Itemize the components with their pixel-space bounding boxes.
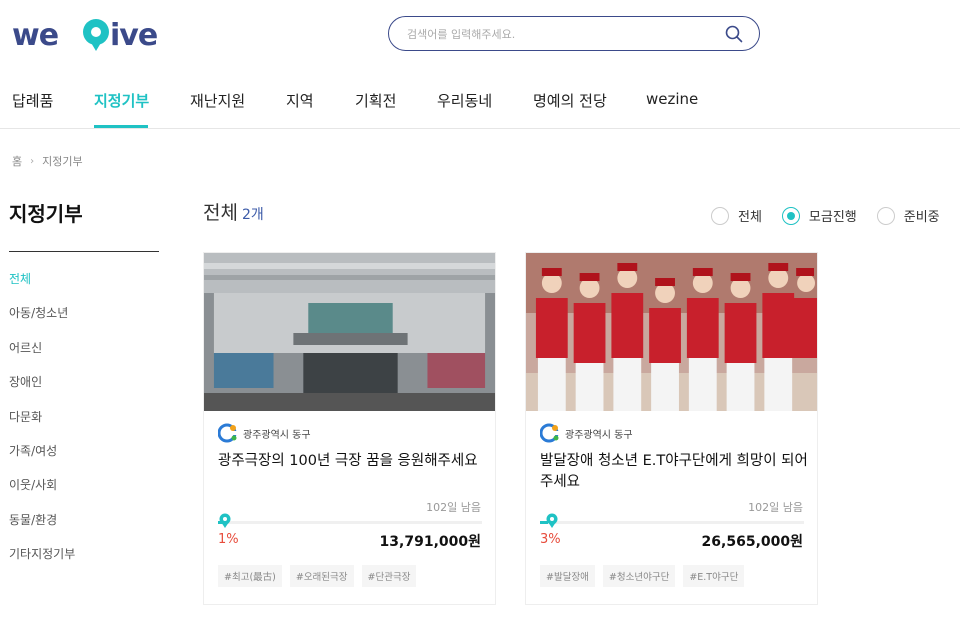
gwangju-donggu-logo	[540, 423, 559, 443]
filter-in-progress[interactable]: 모금진행	[781, 206, 857, 225]
progress-percent: 1%	[218, 532, 239, 547]
nav-item-region[interactable]: 지역	[286, 90, 314, 111]
nav-active-underline	[94, 125, 148, 128]
days-left: 102일 남음	[748, 501, 803, 514]
progress-bar	[540, 521, 804, 524]
list-heading-label: 전체	[203, 202, 238, 224]
theater-building-image	[204, 253, 495, 411]
sidebar-item-all[interactable]: 전체	[9, 270, 75, 304]
card-title[interactable]: 광주극장의 100년 극장 꿈을 응원해주세요	[218, 451, 486, 472]
donation-card[interactable]: 광주광역시 동구 발달장애 청소년 E.T야구단에게 희망이 되어주세요 102…	[525, 252, 818, 605]
nav-item-neighborhood[interactable]: 우리동네	[437, 90, 492, 111]
sidebar-item-animals-environment[interactable]: 동물/환경	[9, 511, 75, 545]
sidebar-item-seniors[interactable]: 어르신	[9, 339, 75, 373]
card-title[interactable]: 발달장애 청소년 E.T야구단에게 희망이 되어주세요	[540, 451, 808, 493]
sidebar-title: 지정기부	[9, 202, 83, 226]
tag[interactable]: #단관극장	[361, 565, 417, 587]
tag-list: #발달장애 #청소년야구단 #E.T야구단	[540, 565, 745, 587]
raised-amount: 13,791,000원	[379, 534, 481, 550]
sidebar-item-family-women[interactable]: 가족/여성	[9, 442, 75, 476]
nav-item-designated-donation[interactable]: 지정기부	[94, 90, 149, 111]
chevron-right-icon: ›	[30, 155, 35, 167]
tag[interactable]: #최고(最古)	[218, 565, 282, 587]
svg-text:we: we	[12, 18, 58, 53]
nav-item-exhibition[interactable]: 기획전	[355, 90, 396, 111]
sidebar-menu: 전체 아동/청소년 어르신 장애인 다문화 가족/여성 이웃/사회 동물/환경 …	[9, 270, 75, 580]
tag[interactable]: #오래된극장	[289, 565, 354, 587]
radio-icon[interactable]	[876, 206, 895, 225]
tag[interactable]: #청소년야구단	[602, 565, 676, 587]
progress-percent: 3%	[540, 532, 561, 547]
sidebar-item-children-youth[interactable]: 아동/청소년	[9, 304, 75, 338]
sidebar-item-multicultural[interactable]: 다문화	[9, 408, 75, 442]
nav-item-disaster-relief[interactable]: 재난지원	[190, 90, 245, 111]
raised-amount: 26,565,000원	[701, 534, 803, 550]
tag-list: #최고(最古) #오래된극장 #단관극장	[218, 565, 417, 587]
nav-item-gifts[interactable]: 답례품	[12, 90, 53, 111]
wegive-logo[interactable]: we ive	[12, 14, 162, 54]
radio-checked-icon[interactable]	[781, 206, 800, 225]
filter-label: 모금진행	[808, 210, 857, 225]
filter-upcoming[interactable]: 준비중	[876, 206, 940, 225]
donation-card[interactable]: 광주광역시 동구 광주극장의 100년 극장 꿈을 응원해주세요 102일 남음…	[203, 252, 496, 605]
organization-name: 광주광역시 동구	[243, 429, 311, 441]
search-bar	[388, 16, 760, 51]
organization-name: 광주광역시 동구	[565, 429, 633, 441]
breadcrumb-home[interactable]: 홈	[12, 153, 22, 169]
status-filter: 전체 모금진행 준비중	[711, 206, 960, 225]
nav-item-hall-of-fame[interactable]: 명예의 전당	[533, 90, 607, 111]
filter-all[interactable]: 전체	[711, 206, 762, 225]
breadcrumb: 홈 › 지정기부	[12, 153, 83, 169]
progress-bar	[218, 521, 482, 524]
sidebar-item-disabled[interactable]: 장애인	[9, 373, 75, 407]
tag[interactable]: #발달장애	[540, 565, 595, 587]
search-icon[interactable]	[725, 25, 743, 43]
progress-pin-icon	[219, 513, 231, 528]
progress-pin-icon	[546, 513, 558, 528]
sidebar-item-other[interactable]: 기타지정기부	[9, 545, 75, 579]
list-heading: 전체 2개	[203, 198, 264, 225]
nav-item-wezine[interactable]: wezine	[646, 90, 698, 108]
radio-icon[interactable]	[711, 206, 729, 225]
gwangju-donggu-logo	[218, 423, 237, 443]
breadcrumb-current: 지정기부	[42, 155, 83, 168]
sidebar-item-neighbors-society[interactable]: 이웃/사회	[9, 476, 75, 510]
sidebar-divider	[9, 251, 159, 252]
baseball-team-image	[526, 253, 817, 411]
search-input[interactable]	[407, 25, 707, 43]
tag[interactable]: #E.T야구단	[683, 565, 745, 587]
organization: 광주광역시 동구	[218, 423, 311, 443]
filter-label: 전체	[738, 210, 762, 225]
days-left: 102일 남음	[426, 501, 481, 514]
main-nav: 답례품 지정기부 재난지원 지역 기획전 우리동네 명예의 전당 wezine	[0, 74, 960, 129]
organization: 광주광역시 동구	[540, 423, 633, 443]
list-count: 2개	[241, 207, 264, 223]
filter-label: 준비중	[903, 210, 940, 225]
svg-text:ive: ive	[110, 18, 157, 53]
